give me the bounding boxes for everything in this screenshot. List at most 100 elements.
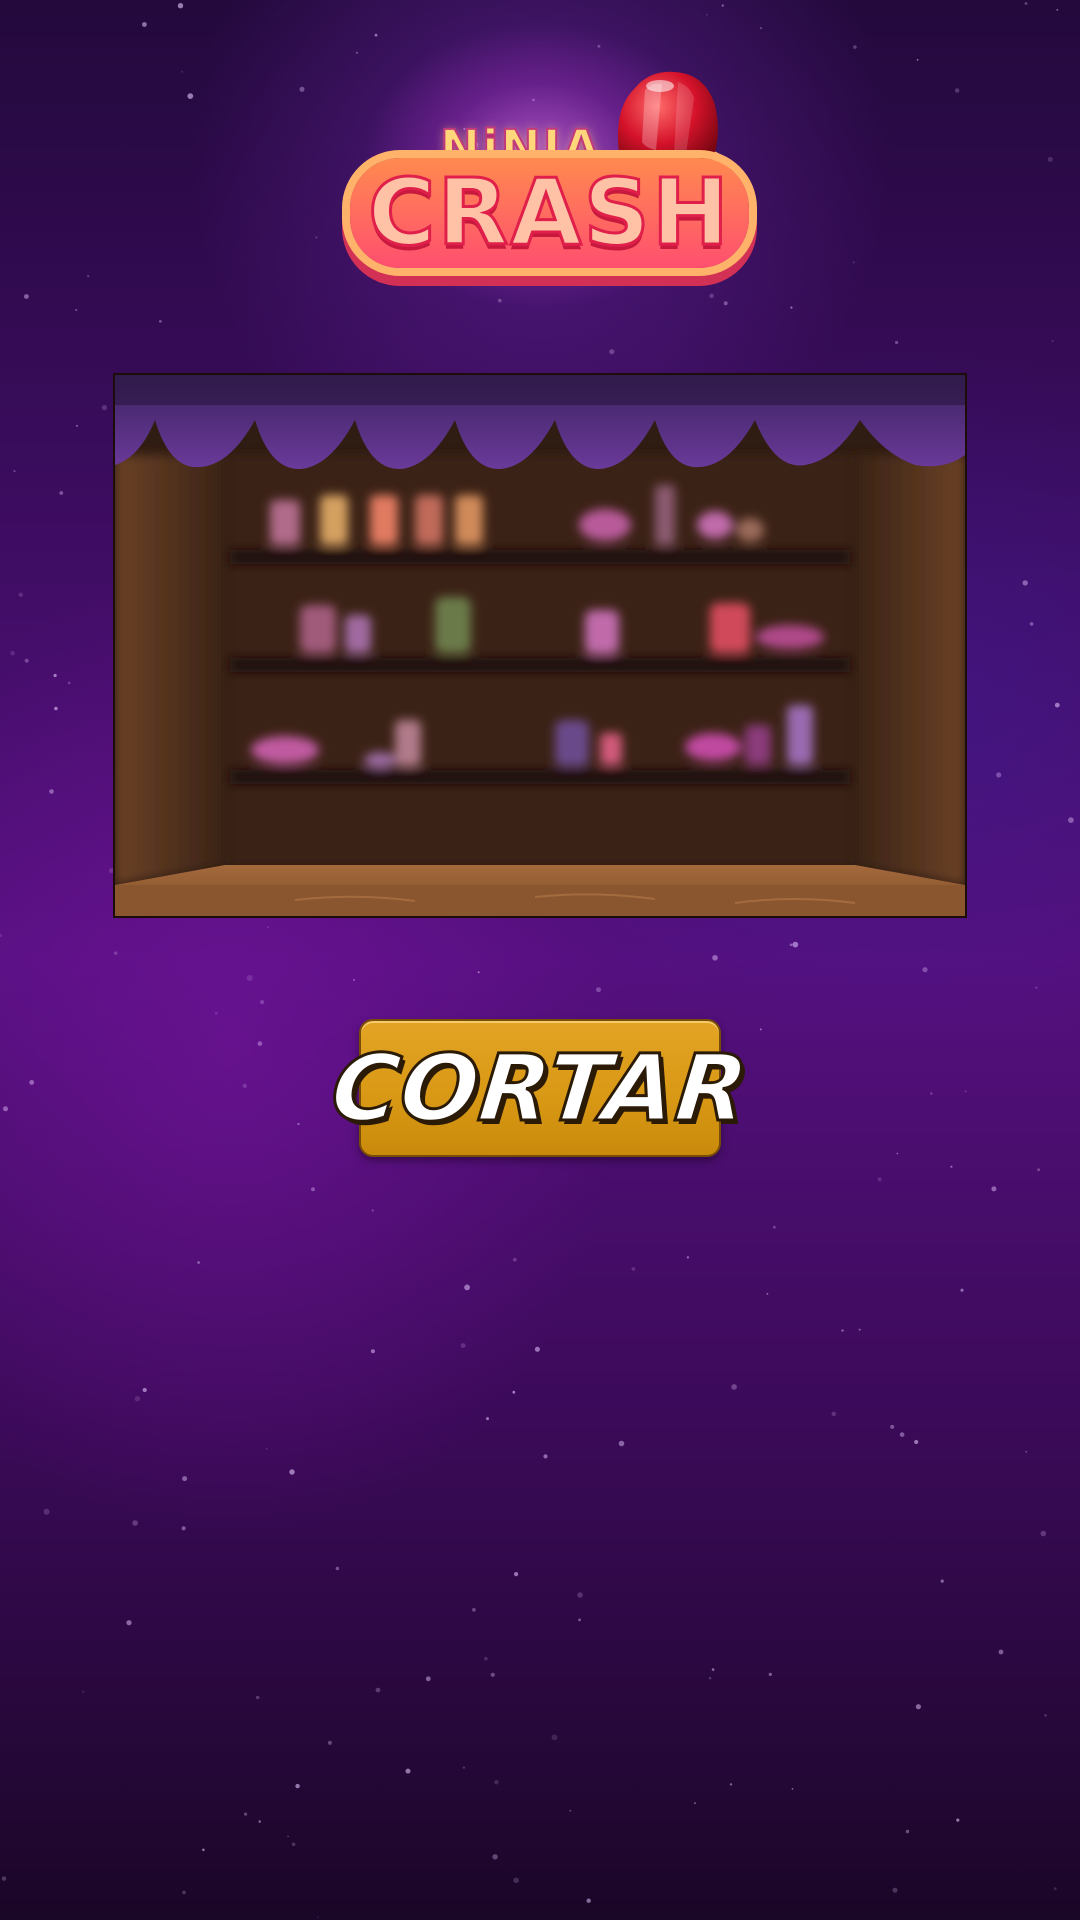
- star: [1054, 702, 1060, 708]
- star: [287, 1835, 289, 1838]
- star: [49, 789, 54, 794]
- star: [101, 405, 107, 411]
- star: [43, 1508, 50, 1515]
- star: [950, 1165, 953, 1168]
- star: [299, 86, 305, 92]
- star: [1044, 1714, 1047, 1717]
- star: [954, 88, 960, 93]
- star: [29, 1080, 35, 1085]
- star: [772, 1225, 776, 1229]
- game-logo: NiNJA CRASH: [320, 20, 760, 310]
- star: [759, 1028, 762, 1031]
- star: [759, 27, 763, 30]
- star: [134, 1396, 141, 1402]
- star: [706, 14, 708, 16]
- star: [577, 1592, 583, 1598]
- star: [1051, 340, 1054, 343]
- star: [142, 1387, 147, 1393]
- star: [892, 1887, 898, 1893]
- star: [512, 1390, 516, 1394]
- star: [1022, 580, 1028, 586]
- star: [729, 1783, 733, 1786]
- star: [618, 1440, 625, 1447]
- star: [686, 1256, 690, 1259]
- star: [991, 1186, 997, 1192]
- star: [24, 658, 29, 663]
- star: [53, 673, 57, 678]
- star: [18, 592, 23, 597]
- star: [197, 1261, 200, 1264]
- cut-button-label: CORTAR: [325, 1033, 755, 1143]
- star: [13, 470, 16, 473]
- star: [899, 1432, 905, 1437]
- star: [177, 2, 184, 9]
- star: [242, 1083, 247, 1088]
- star: [1, 1876, 7, 1881]
- star: [182, 1476, 188, 1482]
- star: [512, 1257, 517, 1262]
- star: [462, 1766, 466, 1769]
- star: [405, 1768, 411, 1774]
- star: [257, 1041, 263, 1046]
- star: [1029, 622, 1034, 626]
- star: [246, 975, 253, 981]
- star: [768, 1672, 772, 1676]
- star: [998, 1649, 1004, 1655]
- star: [1047, 156, 1053, 162]
- star: [723, 301, 728, 306]
- star: [712, 955, 718, 961]
- star: [596, 987, 601, 993]
- star: [534, 1346, 540, 1352]
- star: [551, 1734, 558, 1741]
- star: [67, 681, 71, 685]
- star: [896, 1152, 899, 1155]
- star: [895, 340, 899, 345]
- star: [905, 1829, 910, 1834]
- star: [181, 70, 184, 73]
- star: [853, 45, 857, 49]
- star: [371, 1209, 374, 1212]
- star: [114, 951, 118, 955]
- star: [960, 1288, 964, 1292]
- star: [181, 1526, 186, 1531]
- star: [586, 1898, 591, 1903]
- star: [996, 772, 1002, 778]
- star: [295, 1783, 300, 1789]
- star: [514, 1572, 519, 1577]
- star: [258, 1820, 262, 1823]
- star: [477, 971, 480, 974]
- cut-button[interactable]: CORTAR: [325, 1019, 755, 1157]
- star: [109, 868, 114, 874]
- star: [375, 1687, 381, 1693]
- star: [890, 1424, 895, 1429]
- star: [75, 424, 78, 427]
- star: [266, 926, 269, 929]
- star: [929, 1092, 933, 1095]
- star: [484, 1656, 488, 1661]
- star: [202, 1848, 205, 1852]
- star: [142, 22, 147, 27]
- star: [693, 1802, 696, 1805]
- star: [543, 1454, 548, 1459]
- star: [370, 1349, 375, 1354]
- star: [260, 1000, 265, 1005]
- star: [75, 309, 78, 311]
- star: [87, 275, 90, 278]
- star: [492, 1854, 498, 1860]
- star: [315, 236, 318, 239]
- star: [790, 306, 793, 309]
- star: [126, 1620, 132, 1626]
- star: [766, 1293, 769, 1295]
- star: [940, 1579, 944, 1583]
- star: [1035, 986, 1038, 989]
- star: [214, 1011, 218, 1015]
- star: [353, 978, 356, 981]
- star: [490, 1672, 495, 1677]
- star: [494, 1780, 499, 1785]
- star: [159, 320, 162, 323]
- star: [187, 93, 194, 99]
- star: [1025, 1450, 1028, 1453]
- star: [858, 1328, 861, 1331]
- star: [10, 650, 15, 656]
- star: [1037, 1168, 1041, 1172]
